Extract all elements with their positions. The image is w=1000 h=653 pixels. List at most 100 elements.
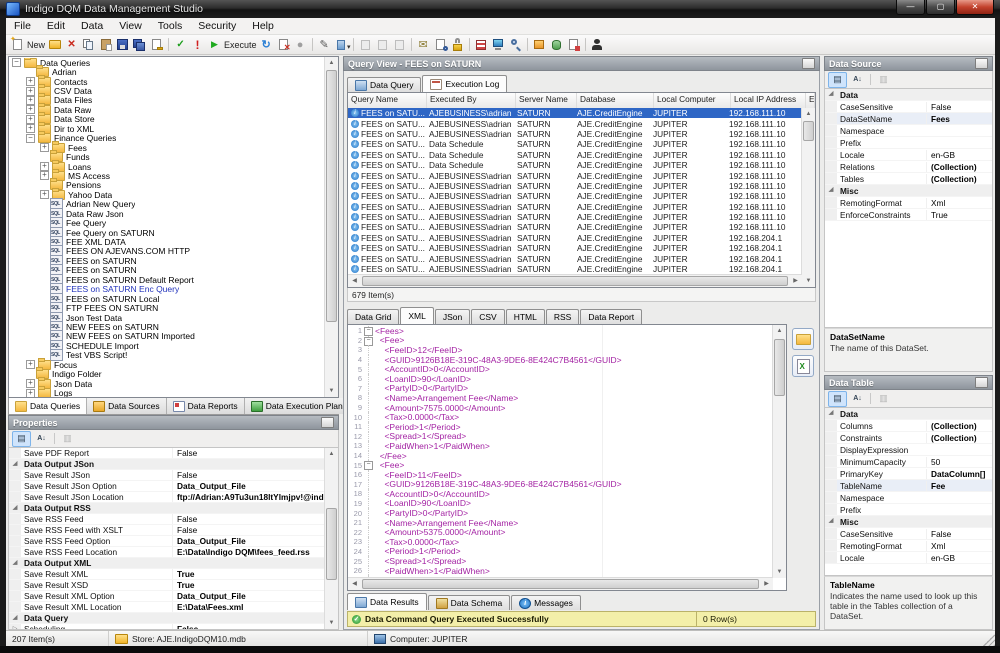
open-button[interactable] (46, 36, 63, 53)
fold-gutter[interactable] (364, 364, 375, 374)
tree-item[interactable]: Data Raw (9, 105, 324, 114)
fold-gutter[interactable] (364, 470, 375, 480)
result-format-tab[interactable]: RSS (546, 309, 579, 324)
package-button[interactable] (531, 36, 548, 53)
categorized-view-button[interactable]: ▤ (828, 391, 847, 407)
tree-item[interactable]: Focus (9, 360, 324, 369)
tree-item[interactable]: Data Store (9, 115, 324, 124)
property-row[interactable]: Prefix (825, 504, 992, 516)
property-value[interactable]: Xml (926, 198, 992, 208)
tree-expander-icon[interactable] (40, 182, 47, 189)
fold-gutter[interactable] (364, 393, 375, 403)
copy-disabled-button[interactable] (374, 36, 391, 53)
property-row[interactable]: MinimumCapacity 50 (825, 456, 992, 468)
fold-gutter[interactable] (364, 345, 375, 355)
result-bottom-tab[interactable]: Data Schema (428, 595, 511, 610)
property-row[interactable]: Data Output XML (9, 558, 325, 569)
property-value[interactable]: False (172, 525, 325, 535)
tree-expander-icon[interactable] (26, 134, 35, 143)
tree-expander-icon[interactable] (40, 248, 47, 255)
property-value[interactable]: 50 (926, 457, 992, 467)
scrollbar-thumb[interactable] (362, 276, 788, 286)
fold-gutter[interactable] (364, 355, 375, 365)
fold-gutter[interactable] (364, 489, 375, 499)
property-pages-button[interactable]: ▥ (874, 72, 893, 88)
property-row[interactable]: Save RSS Feed False (9, 514, 325, 525)
column-header[interactable]: Local Computer (654, 93, 731, 108)
property-row[interactable]: CaseSensitive False (825, 101, 992, 113)
property-row[interactable]: Save Result XML Location E:\Data\Fees.xm… (9, 602, 325, 613)
log-row[interactable]: FEES on SATU... AJEBUSINESS\adrian SATUR… (348, 170, 802, 180)
cancel-query-button[interactable] (275, 36, 292, 53)
scroll-down-icon[interactable]: ▼ (773, 566, 786, 578)
properties-button[interactable] (148, 36, 165, 53)
property-row[interactable]: Scheduling False (9, 624, 325, 629)
property-row[interactable]: RemotingFormat Xml (825, 540, 992, 552)
log-row[interactable]: FEES on SATU... AJEBUSINESS\adrian SATUR… (348, 233, 802, 243)
property-row[interactable]: Save Result JSon False (9, 470, 325, 481)
property-row[interactable]: Namespace (825, 125, 992, 137)
close-button[interactable]: ✕ (956, 0, 994, 15)
property-value[interactable]: en-GB (926, 150, 992, 160)
alphabetical-sort-button[interactable]: A↓ (848, 391, 867, 407)
log-row[interactable]: FEES on SATU... AJEBUSINESS\adrian SATUR… (348, 222, 802, 232)
fold-gutter[interactable] (364, 499, 375, 509)
log-row[interactable]: FEES on SATU... AJEBUSINESS\adrian SATUR… (348, 118, 802, 128)
fold-gutter[interactable] (364, 432, 375, 442)
tree-vertical-scrollbar[interactable]: ▲ ▼ (324, 57, 338, 397)
property-value[interactable]: False (926, 529, 992, 539)
tree-expander-icon[interactable] (40, 323, 47, 330)
property-value[interactable]: False (172, 470, 325, 480)
fold-gutter[interactable] (364, 556, 375, 566)
result-format-tab[interactable]: Data Report (580, 309, 642, 324)
fold-gutter[interactable] (364, 441, 375, 451)
scrollbar-thumb[interactable] (362, 579, 759, 589)
tree-expander-icon[interactable] (40, 295, 47, 302)
query-view-tab[interactable]: Data Query (347, 77, 421, 92)
tree-item[interactable]: Dir to XML (9, 124, 324, 133)
tree-item[interactable]: Data Queries (9, 58, 324, 67)
copy-button[interactable] (80, 36, 97, 53)
edit-query-button[interactable] (316, 36, 333, 53)
database-button[interactable] (548, 36, 565, 53)
log-row[interactable]: FEES on SATU... AJEBUSINESS\adrian SATUR… (348, 129, 802, 139)
menu-item[interactable]: Tools (150, 20, 191, 32)
property-row[interactable]: Data Query (9, 613, 325, 624)
tree-expander-icon[interactable] (40, 333, 47, 340)
pin-icon[interactable] (975, 58, 988, 69)
property-value[interactable]: True (172, 580, 325, 590)
query-view-header-icon[interactable] (802, 58, 815, 69)
property-row[interactable]: Data Output RSS (9, 503, 325, 514)
save-all-button[interactable] (131, 36, 148, 53)
property-row[interactable]: Data Output JSon (9, 459, 325, 470)
property-value[interactable]: False (172, 448, 325, 458)
scroll-up-icon[interactable]: ▲ (802, 108, 815, 120)
property-row[interactable]: Save Result JSon Location ftp://Adrian:A… (9, 492, 325, 503)
property-row[interactable]: Prefix (825, 137, 992, 149)
property-row[interactable]: Tables (Collection) (825, 173, 992, 185)
maximize-button[interactable]: ▢ (926, 0, 955, 15)
paste-button[interactable] (97, 36, 114, 53)
property-value[interactable]: (Collection) (926, 162, 992, 172)
paste-disabled-button[interactable] (391, 36, 408, 53)
tree-expander-icon[interactable] (40, 210, 47, 217)
categorized-view-button[interactable]: ▤ (12, 431, 31, 447)
scroll-left-icon[interactable]: ◀ (348, 275, 361, 287)
scroll-up-icon[interactable]: ▲ (773, 325, 786, 337)
property-row[interactable]: Namespace (825, 492, 992, 504)
tree-item[interactable]: Logs (9, 388, 324, 397)
property-row[interactable]: Save Result XML True (9, 569, 325, 580)
property-value[interactable]: False (172, 624, 325, 629)
tree-expander-icon[interactable] (40, 143, 49, 152)
log-vertical-scrollbar[interactable]: ▲ ▼ (801, 108, 815, 287)
refresh-button[interactable] (258, 36, 275, 53)
result-format-tab[interactable]: XML (400, 307, 433, 324)
menu-item[interactable]: Edit (39, 20, 73, 32)
tree-expander-icon[interactable] (26, 360, 35, 369)
property-row[interactable]: Save RSS Feed Location E:\Data\Indigo DQ… (9, 547, 325, 558)
log-row[interactable]: FEES on SATU... Data Schedule SATURN AJE… (348, 139, 802, 149)
tree-item[interactable]: Data Files (9, 96, 324, 105)
new-button[interactable]: New (9, 36, 46, 53)
scroll-right-icon[interactable]: ▶ (760, 578, 773, 590)
report-button[interactable] (565, 36, 582, 53)
